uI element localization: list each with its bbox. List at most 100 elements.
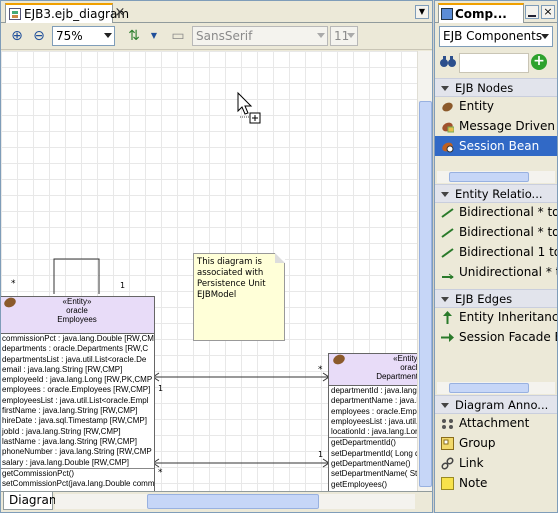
- multiplicity-label: *: [318, 365, 323, 375]
- palette-search-input[interactable]: [459, 53, 529, 73]
- diagram-editor: EJB3.ejb_diagram × ▼ ⊕ ⊖ 75% ⇅ ▼ ▭ SansS…: [0, 0, 433, 513]
- font-family-combo[interactable]: SansSerif: [192, 26, 328, 46]
- palette-icon: [441, 8, 453, 20]
- edges-horizontal-scrollbar[interactable]: [437, 382, 555, 394]
- palette-tab-title: Comp...: [455, 7, 507, 21]
- relation-icon: [441, 206, 454, 219]
- palette-item-bidirectional-many-many[interactable]: Bidirectional * to *: [435, 202, 557, 222]
- zoom-value: 75%: [56, 29, 83, 43]
- entity-methods: getDepartmentId() setDepartmentId( Long …: [329, 437, 417, 489]
- palette-item-label: Bidirectional * to *: [459, 205, 557, 219]
- horizontal-scroll-thumb[interactable]: [147, 494, 319, 509]
- relation-arrow-icon: [441, 266, 454, 281]
- palette-item-attachment[interactable]: Attachment: [435, 413, 557, 433]
- entity-method: getDepartmentId(): [331, 438, 396, 448]
- close-tab-icon[interactable]: ×: [113, 6, 127, 20]
- entity-method: setCommissionPct(java.lang.Double commis…: [2, 479, 155, 489]
- component-palette: Comp... × EJB Components + EJB Nodes Ent…: [434, 0, 558, 513]
- palette-item-link[interactable]: Link: [435, 453, 557, 473]
- entity-field: jobId : java.lang.String [RW,CMP]: [2, 426, 121, 436]
- palette-item-bidirectional-many-one[interactable]: Bidirectional * to 1: [435, 222, 557, 242]
- entity-name: Employees: [57, 315, 97, 324]
- attachment-icon: [441, 417, 454, 430]
- section-title: EJB Nodes: [455, 81, 514, 95]
- font-size-combo[interactable]: 11: [330, 26, 358, 46]
- diagram-canvas[interactable]: * 1 * 1 1 * «Entity» oracle Employees co…: [1, 51, 417, 491]
- palette-item-entity-inheritance-edge[interactable]: Entity Inheritance Edge: [435, 307, 557, 327]
- multiplicity-label: 1: [318, 450, 324, 459]
- palette-category-value: EJB Components: [443, 29, 543, 43]
- palette-item-entity[interactable]: Entity: [435, 96, 557, 116]
- entity-header: «Entity» oracle Departments: [329, 354, 417, 386]
- section-ejb-nodes[interactable]: EJB Nodes: [435, 78, 557, 97]
- palette-category-select[interactable]: EJB Components: [439, 26, 553, 47]
- entity-header: «Entity» oracle Employees: [1, 297, 154, 334]
- tab-diagram[interactable]: Diagram: [3, 492, 61, 510]
- palette-item-label: Entity: [459, 99, 495, 113]
- canvas-horizontal-scrollbar[interactable]: [55, 494, 415, 509]
- nodes-horizontal-scrollbar[interactable]: [437, 171, 555, 183]
- entity-method: getDepartmentName(): [331, 459, 411, 469]
- palette-item-label: Unidirectional * to 1: [459, 265, 557, 279]
- palette-item-session-bean[interactable]: Session Bean: [435, 136, 557, 156]
- tab-ejb-diagram[interactable]: EJB3.ejb_diagram: [5, 3, 129, 23]
- layout-icon[interactable]: ⇅: [125, 27, 143, 45]
- entity-field: lastName : java.lang.String [RW,CMP]: [2, 436, 138, 446]
- bottom-tab-label: Diagram: [9, 493, 61, 507]
- minimize-icon[interactable]: [525, 5, 539, 19]
- link-icon: [441, 457, 454, 470]
- zoom-in-icon[interactable]: ⊕: [8, 27, 26, 45]
- relation-icon: [441, 226, 454, 239]
- section-diagram-annotations[interactable]: Diagram Anno...: [435, 395, 557, 414]
- facade-arrow-icon: [441, 331, 454, 344]
- palette-item-message-driven-bean[interactable]: Message Driven Bean: [435, 116, 557, 136]
- entity-field: employees : oracle.Employees [RW,CMP]: [2, 385, 151, 395]
- vertical-scroll-thumb[interactable]: [419, 101, 432, 487]
- palette-item-session-facade-edge[interactable]: Session Facade Edge: [435, 327, 557, 347]
- group-icon: [441, 437, 454, 450]
- entity-package: oracle: [66, 306, 88, 315]
- entity-field: firstName : java.lang.String [RW,CMP]: [2, 406, 138, 416]
- add-icon[interactable]: +: [531, 54, 547, 70]
- scroll-thumb[interactable]: [449, 383, 529, 393]
- zoom-out-icon[interactable]: ⊖: [30, 27, 48, 45]
- entity-field: salary : java.lang.Double [RW,CMP]: [2, 457, 130, 467]
- palette-item-label: Attachment: [459, 416, 530, 430]
- zoom-combo[interactable]: 75%: [52, 26, 115, 46]
- entity-fields: departmentId : java.lang departmentName …: [329, 386, 417, 437]
- entity-field: employeesList : java.util.List<oracle.Em…: [2, 395, 149, 405]
- document-list-button[interactable]: ▼: [415, 5, 429, 19]
- entity-bean-icon: [441, 100, 454, 113]
- section-entity-relations[interactable]: Entity Relatio...: [435, 184, 557, 203]
- palette-item-note[interactable]: Note: [435, 473, 557, 493]
- palette-item-group[interactable]: Group: [435, 433, 557, 453]
- color-fill-icon[interactable]: ▭: [169, 27, 187, 45]
- entity-field: departmentName : java.la: [331, 396, 417, 406]
- font-family-value: SansSerif: [196, 29, 253, 43]
- close-icon[interactable]: ×: [541, 5, 555, 19]
- section-title: Entity Relatio...: [455, 187, 543, 201]
- section-ejb-edges[interactable]: EJB Edges: [435, 289, 557, 308]
- entity-departments[interactable]: «Entity» oracle Departments departmentId…: [328, 353, 417, 491]
- palette-item-bidirectional-one-one[interactable]: Bidirectional 1 to 1: [435, 242, 557, 262]
- layout-dropdown-icon[interactable]: ▼: [145, 27, 163, 45]
- palette-tab-bar: Comp... ×: [435, 1, 557, 23]
- tab-component-palette[interactable]: Comp...: [438, 3, 524, 23]
- collapse-icon: [441, 192, 449, 197]
- palette-item-label: Bidirectional * to 1: [459, 225, 557, 239]
- multiplicity-label: 1: [158, 384, 164, 393]
- entity-field: departmentsList : java.util.List<oracle.…: [2, 354, 147, 364]
- collapse-icon: [441, 403, 449, 408]
- diagram-note[interactable]: This diagram is associated with Persiste…: [193, 253, 285, 341]
- scroll-thumb[interactable]: [449, 172, 529, 182]
- entity-methods: getCommissionPct() setCommissionPct(java…: [1, 467, 155, 490]
- entity-field: employeesList : java.util.: [331, 416, 417, 426]
- collapse-icon: [441, 297, 449, 302]
- entity-field: locationId : java.lang.Lon: [331, 427, 417, 437]
- entity-employees[interactable]: «Entity» oracle Employees commissionPct …: [1, 296, 155, 491]
- canvas-vertical-scrollbar[interactable]: [417, 51, 432, 491]
- binoculars-icon[interactable]: [439, 53, 457, 71]
- palette-item-unidirectional-many-one[interactable]: Unidirectional * to 1: [435, 262, 557, 282]
- collapse-icon: [441, 86, 449, 91]
- multiplicity-label: *: [158, 468, 163, 478]
